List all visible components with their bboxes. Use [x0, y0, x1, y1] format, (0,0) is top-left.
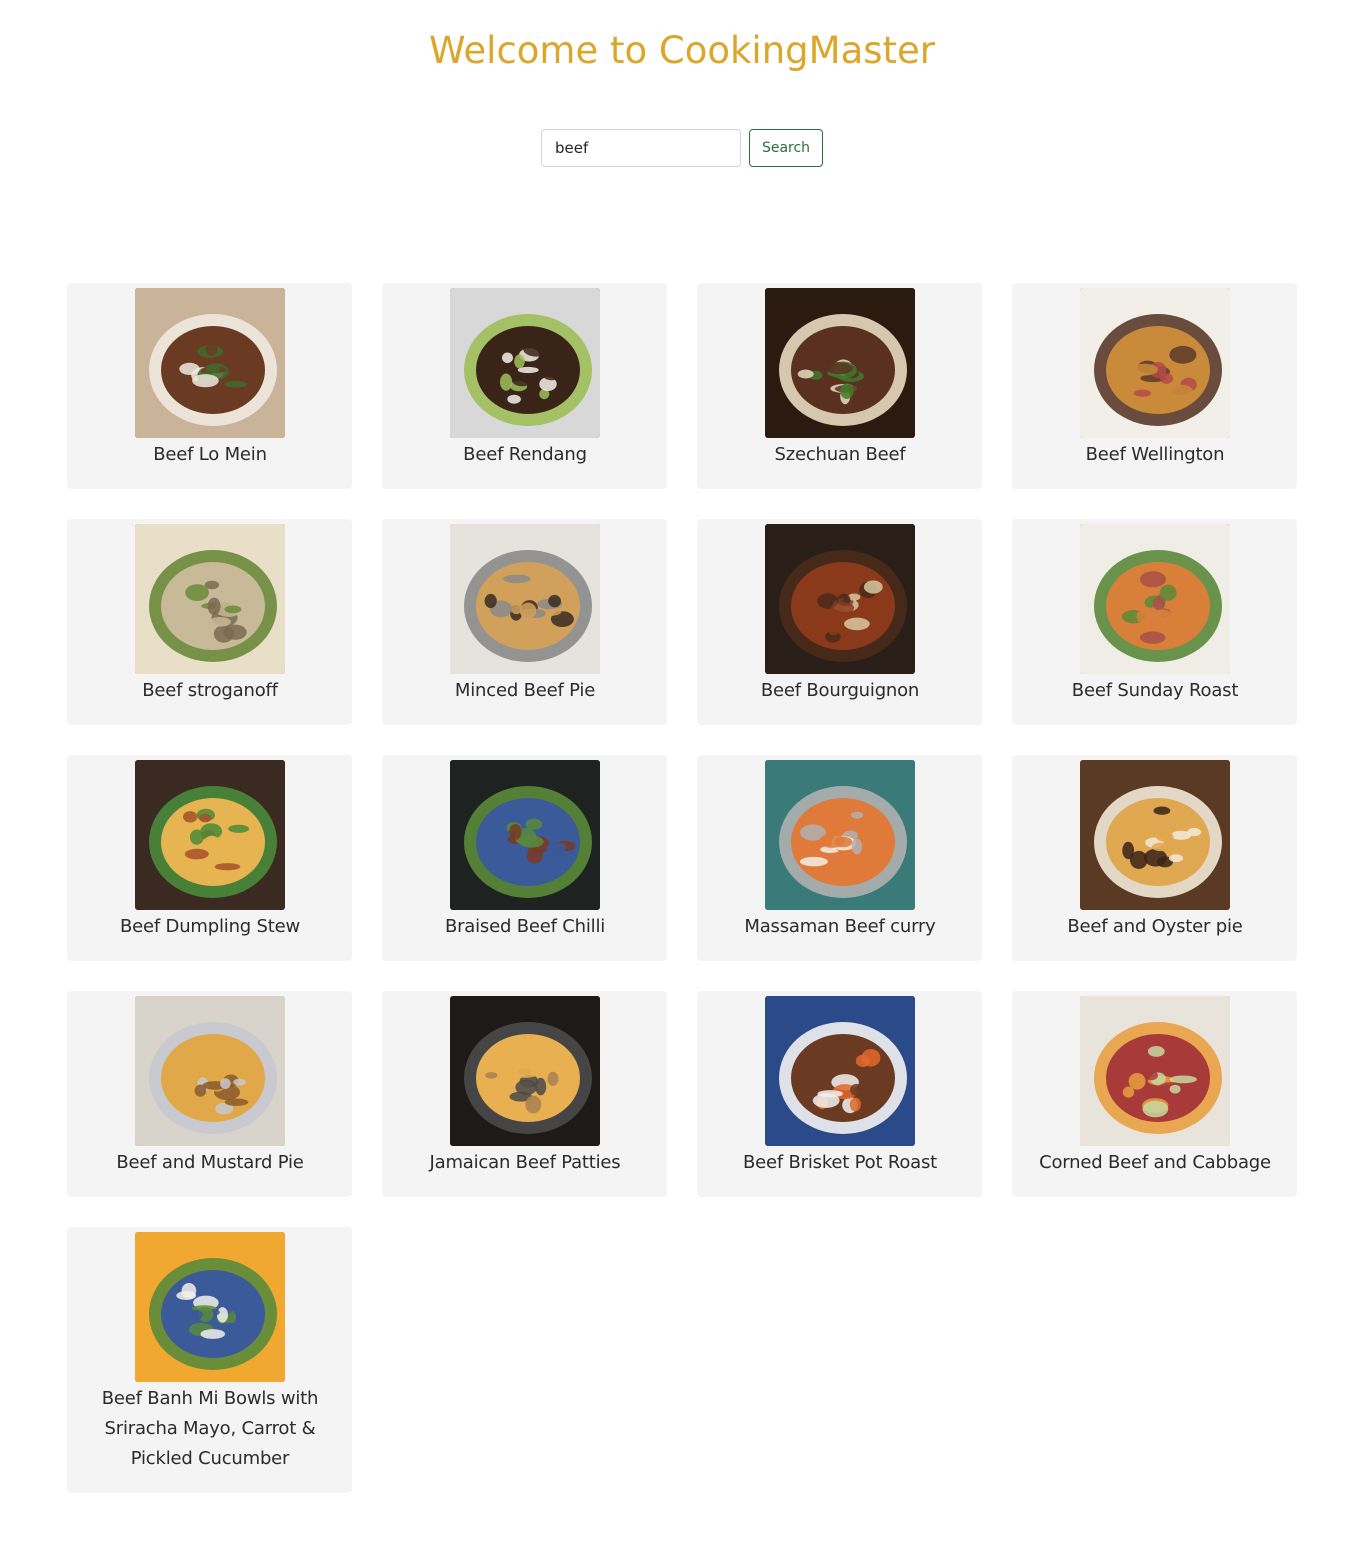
recipe-title[interactable]: Beef Banh Mi Bowls with Sriracha Mayo, C… [85, 1384, 335, 1474]
food-photo-icon [135, 288, 285, 438]
recipe-image[interactable] [1080, 524, 1230, 674]
recipe-title[interactable]: Braised Beef Chilli [400, 912, 650, 942]
recipe-title[interactable]: Beef and Oyster pie [1030, 912, 1280, 942]
recipe-image[interactable] [450, 996, 600, 1146]
recipe-title[interactable]: Beef stroganoff [85, 676, 335, 706]
recipe-card[interactable]: Beef stroganoff [67, 519, 352, 725]
food-photo-icon [135, 996, 285, 1146]
food-photo-icon [765, 524, 915, 674]
recipe-card[interactable]: Beef and Oyster pie [1012, 755, 1297, 961]
food-photo-icon [1080, 760, 1230, 910]
search-input[interactable] [541, 129, 741, 167]
food-photo-icon [765, 288, 915, 438]
recipe-image[interactable] [135, 524, 285, 674]
recipe-title[interactable]: Szechuan Beef [715, 440, 965, 470]
food-photo-icon [765, 996, 915, 1146]
food-photo-icon [450, 524, 600, 674]
food-photo-icon [135, 1232, 285, 1382]
recipe-title[interactable]: Minced Beef Pie [400, 676, 650, 706]
recipe-card[interactable]: Beef Sunday Roast [1012, 519, 1297, 725]
recipe-image[interactable] [450, 524, 600, 674]
page-title: Welcome to CookingMaster [428, 29, 936, 72]
food-photo-icon [450, 760, 600, 910]
food-photo-icon [450, 996, 600, 1146]
recipe-card[interactable]: Massaman Beef curry [697, 755, 982, 961]
recipe-image[interactable] [135, 996, 285, 1146]
recipe-card[interactable]: Corned Beef and Cabbage [1012, 991, 1297, 1197]
recipe-title[interactable]: Massaman Beef curry [715, 912, 965, 942]
recipe-image[interactable] [1080, 288, 1230, 438]
recipe-image[interactable] [135, 1232, 285, 1382]
recipe-image[interactable] [765, 524, 915, 674]
recipe-title[interactable]: Beef Bourguignon [715, 676, 965, 706]
recipe-card[interactable]: Szechuan Beef [697, 283, 982, 489]
food-photo-icon [135, 524, 285, 674]
recipe-title[interactable]: Beef Dumpling Stew [85, 912, 335, 942]
food-photo-icon [1080, 288, 1230, 438]
recipe-image[interactable] [765, 996, 915, 1146]
recipe-card[interactable]: Beef Brisket Pot Roast [697, 991, 982, 1197]
recipe-card[interactable]: Braised Beef Chilli [382, 755, 667, 961]
recipe-image[interactable] [1080, 996, 1230, 1146]
search-button[interactable]: Search [749, 129, 823, 167]
recipe-card[interactable]: Beef Rendang [382, 283, 667, 489]
food-photo-icon [1080, 524, 1230, 674]
recipe-card[interactable]: Beef and Mustard Pie [67, 991, 352, 1197]
recipe-image[interactable] [1080, 760, 1230, 910]
recipe-image[interactable] [765, 760, 915, 910]
food-photo-icon [450, 288, 600, 438]
recipe-title[interactable]: Beef Rendang [400, 440, 650, 470]
food-photo-icon [135, 760, 285, 910]
recipe-title[interactable]: Beef Lo Mein [85, 440, 335, 470]
food-photo-icon [1080, 996, 1230, 1146]
recipe-image[interactable] [450, 760, 600, 910]
food-photo-icon [765, 760, 915, 910]
recipe-card[interactable]: Jamaican Beef Patties [382, 991, 667, 1197]
recipe-card[interactable]: Beef Bourguignon [697, 519, 982, 725]
recipe-image[interactable] [135, 288, 285, 438]
recipe-image[interactable] [135, 760, 285, 910]
recipe-title[interactable]: Corned Beef and Cabbage [1030, 1148, 1280, 1178]
recipe-card[interactable]: Beef Banh Mi Bowls with Sriracha Mayo, C… [67, 1227, 352, 1493]
recipe-image[interactable] [765, 288, 915, 438]
search-form: Search [541, 129, 823, 167]
recipe-title[interactable]: Beef Wellington [1030, 440, 1280, 470]
recipe-card[interactable]: Minced Beef Pie [382, 519, 667, 725]
recipe-title[interactable]: Beef Brisket Pot Roast [715, 1148, 965, 1178]
recipe-card[interactable]: Beef Lo Mein [67, 283, 352, 489]
recipe-card[interactable]: Beef Wellington [1012, 283, 1297, 489]
recipe-image[interactable] [450, 288, 600, 438]
recipe-title[interactable]: Jamaican Beef Patties [400, 1148, 650, 1178]
recipe-title[interactable]: Beef Sunday Roast [1030, 676, 1280, 706]
recipe-card[interactable]: Beef Dumpling Stew [67, 755, 352, 961]
recipe-title[interactable]: Beef and Mustard Pie [85, 1148, 335, 1178]
